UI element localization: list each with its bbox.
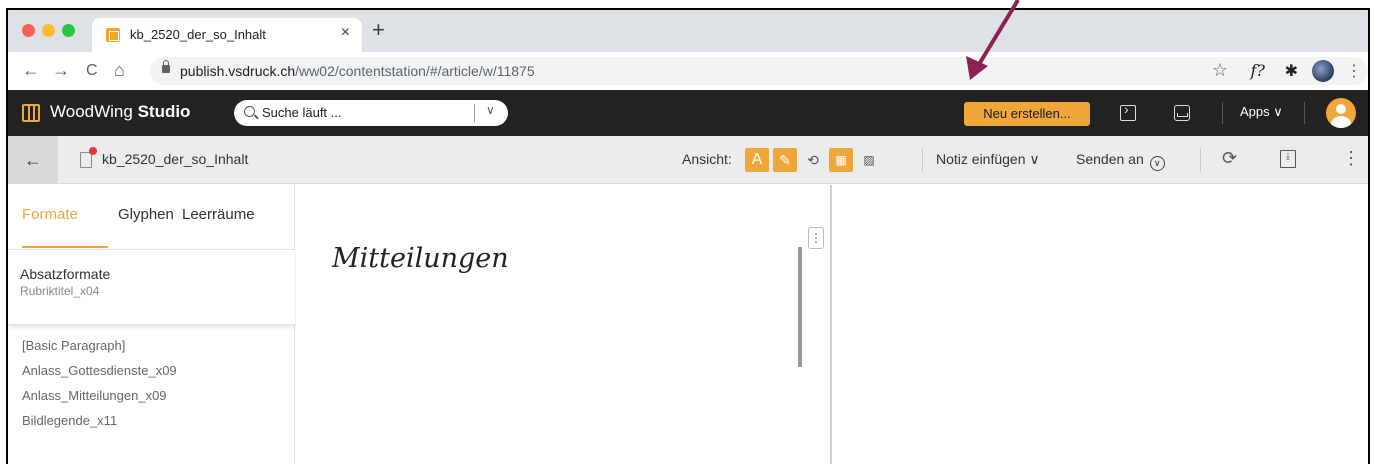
editor-scrollbar[interactable] (798, 247, 802, 367)
current-style: Rubriktitel_x04 (20, 284, 100, 298)
url-path: /ww02/contentstation/#/article/w/11875 (295, 63, 535, 79)
list-item[interactable]: [Basic Paragraph] (22, 338, 125, 353)
tab-leerraeume[interactable]: Leerräume (182, 206, 255, 223)
apps-menu-button[interactable]: Apps ∨ (1240, 104, 1283, 120)
tab-glyphen[interactable]: Glyphen (118, 206, 174, 223)
chevron-circle-icon: ∨ (1149, 156, 1165, 171)
profile-avatar[interactable] (1312, 60, 1334, 82)
view-history-button[interactable]: ⟲ (801, 148, 825, 172)
insert-note-menu[interactable]: Notiz einfügen ∨ (936, 151, 1040, 168)
favicon-icon (106, 28, 120, 42)
brand-name: WoodWing (50, 102, 138, 121)
woodwing-logo-icon (22, 104, 40, 122)
paragraph-styles-header[interactable]: Absatzformate Rubriktitel_x04 (8, 249, 295, 325)
home-icon[interactable]: ⌂ (114, 60, 125, 80)
document-icon (80, 147, 97, 168)
more-options-icon[interactable]: ⋮ (1342, 148, 1360, 169)
tab-strip: kb_2520_der_so_Inhalt × + (8, 10, 1368, 52)
user-avatar[interactable] (1326, 98, 1356, 128)
lock-icon (162, 60, 170, 73)
browser-tab[interactable]: kb_2520_der_so_Inhalt × (92, 18, 362, 52)
browser-window: kb_2520_der_so_Inhalt × + ← → C ⌂ publis… (6, 8, 1370, 464)
refresh-icon[interactable]: ⟳ (1222, 148, 1237, 169)
send-to-label: Senden an (1076, 151, 1144, 167)
browser-toolbar: ← → C ⌂ publish.vsdruck.ch/ww02/contents… (8, 52, 1368, 90)
view-image-button[interactable]: ▨ (857, 148, 881, 172)
article-title: kb_2520_der_so_Inhalt (102, 151, 249, 167)
font-extension-icon[interactable]: f? (1251, 61, 1266, 80)
send-to-menu[interactable]: Senden an ∨ (1076, 151, 1165, 171)
toolbar-divider (922, 148, 923, 172)
article-toolbar: ← kb_2520_der_so_Inhalt Ansicht: A ✎ ⟲ ▦… (8, 136, 1368, 184)
bookmark-star-icon[interactable]: ☆ (1212, 60, 1228, 81)
url-text[interactable]: publish.vsdruck.ch/ww02/contentstation/#… (180, 63, 535, 79)
toolbar-divider (1200, 148, 1201, 172)
list-item[interactable]: Bildlegende_x11 (22, 413, 117, 428)
inbox-icon[interactable] (1174, 105, 1190, 121)
app-brand: WoodWing Studio (50, 102, 190, 122)
search-input[interactable]: Suche läuft ... ∨ (234, 100, 508, 126)
address-bar[interactable]: publish.vsdruck.ch/ww02/contentstation/#… (150, 57, 1368, 85)
formats-panel: Formate Glyphen Leerräume Absatzformate … (8, 185, 295, 464)
search-dropdown-icon[interactable]: ∨ (486, 103, 495, 117)
list-item[interactable]: Anlass_Mitteilungen_x09 (22, 388, 167, 403)
preview-area (834, 185, 1368, 464)
section-title: Absatzformate (20, 266, 111, 282)
view-edit-button[interactable]: ✎ (773, 148, 797, 172)
text-editor[interactable]: Mitteilungen ⋮ (296, 185, 832, 464)
new-create-button[interactable]: Neu erstellen... (964, 102, 1090, 126)
forward-arrow-icon[interactable]: → (52, 60, 70, 80)
view-label: Ansicht: (682, 151, 732, 167)
upload-icon[interactable] (1120, 101, 1136, 121)
view-layout-button[interactable]: ▦ (829, 148, 853, 172)
tab-close-icon[interactable]: × (341, 24, 350, 42)
brand-product: Studio (137, 102, 191, 121)
extensions-puzzle-icon[interactable]: ✱ (1285, 61, 1298, 81)
tab-formate[interactable]: Formate (22, 206, 78, 223)
minimize-window-button[interactable] (42, 24, 55, 37)
search-text: Suche läuft ... (262, 105, 342, 120)
active-tab-indicator (22, 246, 108, 248)
back-button[interactable]: ← (8, 136, 58, 184)
search-divider (474, 104, 475, 122)
new-tab-button[interactable]: + (372, 19, 385, 41)
browser-menu-icon[interactable]: ⋮ (1346, 61, 1362, 81)
editor-menu-icon[interactable]: ⋮ (808, 227, 824, 249)
article-heading[interactable]: Mitteilungen (332, 243, 509, 274)
close-window-button[interactable] (22, 24, 35, 37)
maximize-window-button[interactable] (62, 24, 75, 37)
app-header: WoodWing Studio Suche läuft ... ∨ Neu er… (8, 90, 1368, 136)
list-item[interactable]: Anlass_Gottesdienste_x09 (22, 363, 177, 378)
url-host: publish.vsdruck.ch (180, 63, 296, 79)
reload-icon[interactable]: C (86, 61, 98, 81)
header-divider (1222, 102, 1223, 124)
header-divider (1304, 102, 1305, 124)
search-icon (244, 106, 255, 117)
pdf-download-icon[interactable]: ⤓ (1280, 150, 1296, 168)
view-text-button[interactable]: A (745, 148, 769, 172)
back-arrow-icon[interactable]: ← (22, 60, 40, 80)
tab-title: kb_2520_der_so_Inhalt (130, 27, 266, 42)
